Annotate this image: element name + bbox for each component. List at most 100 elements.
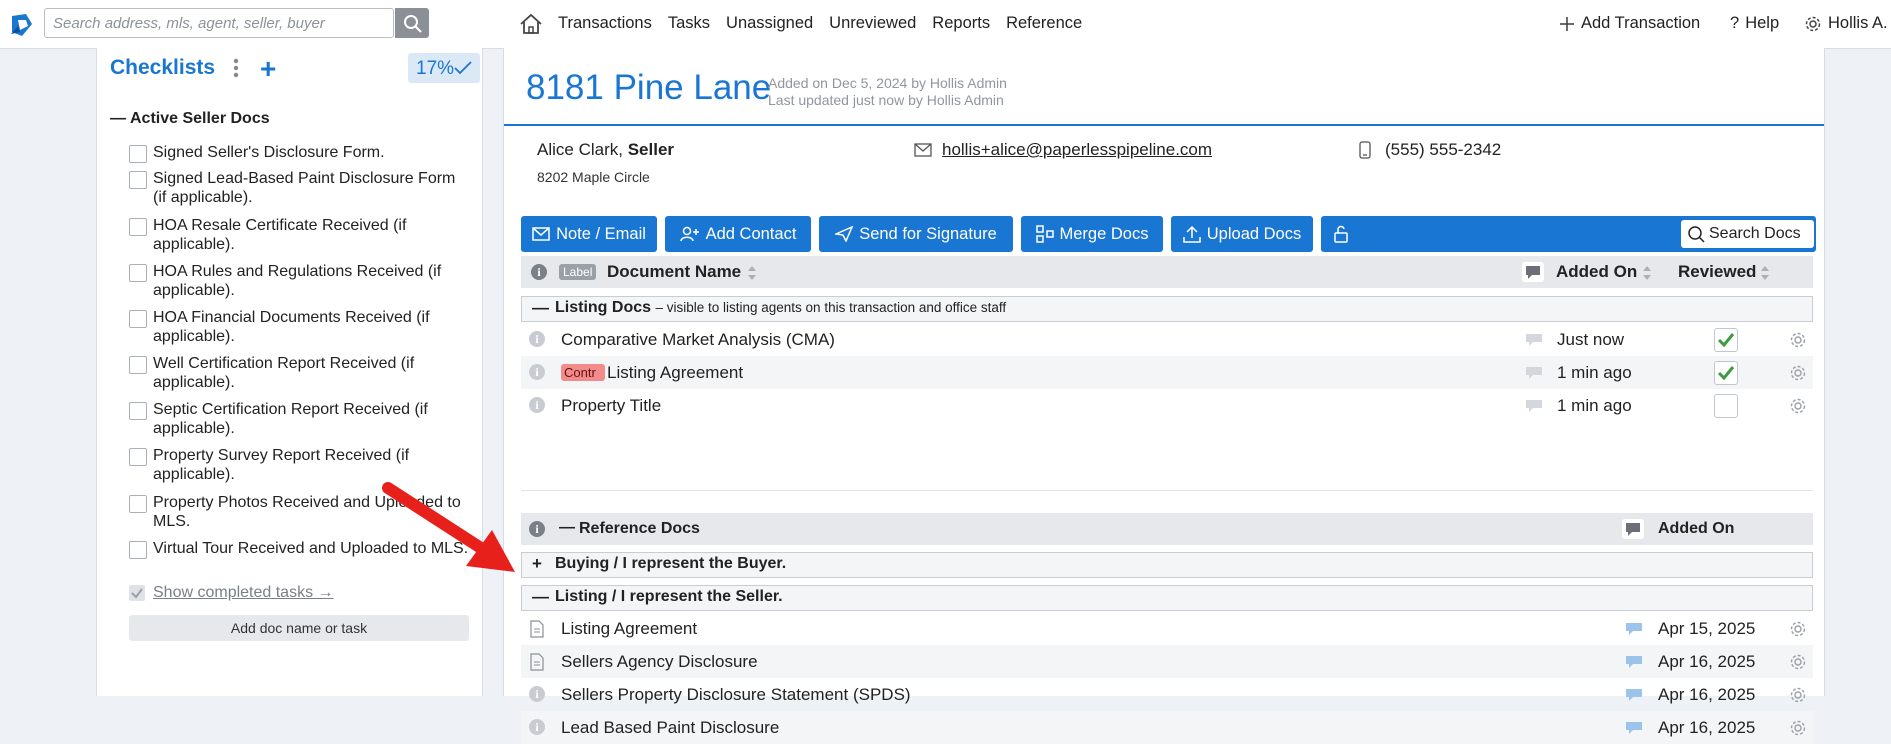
comment-icon[interactable] (1625, 655, 1643, 669)
plus-icon (1560, 16, 1574, 31)
gear-icon[interactable] (1789, 653, 1807, 671)
table-row[interactable]: i Contr Listing Agreement 1 min ago (521, 356, 1813, 389)
gear-icon[interactable] (1789, 620, 1807, 638)
table-row[interactable]: i Property Title 1 min ago (521, 389, 1813, 422)
info-icon[interactable]: i (529, 686, 545, 702)
listing-group[interactable]: — Listing / I represent the Seller. (521, 585, 1813, 611)
doc-name[interactable]: Sellers Agency Disclosure (561, 652, 758, 672)
help-button[interactable]: ? Help (1730, 14, 1779, 33)
unlock-icon (1333, 225, 1348, 243)
send-signature-button[interactable]: Send for Signature (819, 216, 1013, 252)
note-email-button[interactable]: Note / Email (521, 216, 657, 252)
reviewed-checkbox[interactable] (1714, 328, 1738, 352)
info-icon[interactable]: i (529, 364, 545, 380)
task-checkbox[interactable] (129, 145, 147, 163)
envelope-icon (914, 143, 932, 157)
nav-unreviewed[interactable]: Unreviewed (829, 14, 916, 33)
phone-number[interactable]: (555) 555-2342 (1385, 140, 1501, 160)
user-menu[interactable]: Hollis A. (1804, 14, 1888, 33)
top-bar: Transactions Tasks Unassigned Unreviewed… (0, 0, 1891, 49)
added-on-column-header[interactable]: Added On (1556, 262, 1637, 282)
task-checkbox[interactable] (129, 495, 147, 513)
doc-name[interactable]: Property Title (561, 396, 661, 416)
doc-name[interactable]: Comparative Market Analysis (CMA) (561, 330, 835, 350)
reference-added-on-header[interactable]: Added On (1658, 520, 1734, 538)
upload-docs-button[interactable]: Upload Docs (1171, 216, 1313, 252)
comment-icon[interactable] (1525, 333, 1543, 347)
sort-icon[interactable] (1642, 265, 1652, 281)
merge-docs-button[interactable]: Merge Docs (1021, 216, 1163, 252)
nav-reports[interactable]: Reports (932, 14, 990, 33)
doc-name[interactable]: Sellers Property Disclosure Statement (S… (561, 685, 911, 705)
document-icon (530, 620, 544, 638)
doc-name[interactable]: Listing Agreement (561, 619, 697, 639)
comment-icon[interactable] (1525, 366, 1543, 380)
global-search-input[interactable] (45, 9, 395, 37)
add-contact-button[interactable]: Add Contact (665, 216, 811, 252)
gear-icon[interactable] (1789, 719, 1807, 737)
doc-name[interactable]: Listing Agreement (607, 363, 743, 383)
add-doc-button[interactable]: Add doc name or task (129, 615, 469, 641)
user-name: Hollis A. (1828, 14, 1888, 32)
nav-tasks[interactable]: Tasks (668, 14, 710, 33)
comment-icon[interactable] (1625, 721, 1643, 735)
info-icon[interactable]: i (529, 397, 545, 413)
info-icon[interactable]: i (529, 521, 545, 537)
task-checkbox[interactable] (129, 264, 147, 282)
task-checkbox[interactable] (129, 356, 147, 374)
gear-icon[interactable] (1789, 364, 1807, 382)
gear-icon[interactable] (1789, 331, 1807, 349)
buying-group[interactable]: + Buying / I represent the Buyer. (521, 552, 1813, 578)
sort-icon[interactable] (1760, 265, 1770, 281)
add-transaction-button[interactable]: Add Transaction (1559, 14, 1700, 33)
info-icon[interactable]: i (531, 264, 547, 280)
transaction-panel: 8181 Pine Lane Added on Dec 5, 2024 by H… (503, 48, 1825, 744)
search-icon (404, 15, 422, 33)
add-checklist-button[interactable]: + (260, 55, 276, 83)
completion-percent: 17% (416, 58, 455, 79)
collapse-icon: — (532, 587, 549, 606)
contact-name[interactable]: Alice Clark, Seller (537, 140, 674, 160)
listing-docs-group[interactable]: — Listing Docs – visible to listing agen… (521, 296, 1813, 322)
nav-reference[interactable]: Reference (1006, 14, 1082, 33)
comment-icon[interactable] (1625, 622, 1643, 636)
info-icon[interactable]: i (529, 331, 545, 347)
show-completed-link[interactable]: Show completed tasks → (129, 584, 334, 602)
page-title: 8181 Pine Lane (526, 68, 772, 107)
global-search-field[interactable] (44, 8, 395, 38)
reviewed-column-header[interactable]: Reviewed (1678, 262, 1756, 282)
checklist-section-header[interactable]: — Active Seller Docs (110, 110, 270, 128)
checklist-section-title: Active Seller Docs (130, 110, 270, 127)
app-logo-icon[interactable] (8, 10, 38, 40)
task-checkbox[interactable] (129, 402, 147, 420)
task-checkbox[interactable] (129, 448, 147, 466)
gear-icon[interactable] (1789, 397, 1807, 415)
nav-unassigned[interactable]: Unassigned (726, 14, 813, 33)
table-row[interactable]: i Sellers Property Disclosure Statement … (521, 678, 1813, 711)
email-link[interactable]: hollis+alice@paperlesspipeline.com (942, 140, 1212, 160)
table-row[interactable]: Sellers Agency Disclosure Apr 16, 2025 (521, 645, 1813, 678)
search-button[interactable] (395, 8, 429, 38)
task-checkbox[interactable] (129, 171, 147, 189)
kebab-menu-icon[interactable] (233, 58, 239, 78)
info-icon[interactable]: i (529, 719, 545, 735)
table-row[interactable]: i Comparative Market Analysis (CMA) Just… (521, 323, 1813, 356)
task-checkbox[interactable] (129, 310, 147, 328)
table-row[interactable]: i Lead Based Paint Disclosure Apr 16, 20… (521, 711, 1813, 744)
added-date: 1 min ago (1557, 363, 1632, 382)
table-row[interactable]: Listing Agreement Apr 15, 2025 (521, 612, 1813, 645)
comment-icon[interactable] (1625, 688, 1643, 702)
doc-name[interactable]: Lead Based Paint Disclosure (561, 718, 779, 738)
home-icon[interactable] (519, 13, 543, 35)
sort-icon[interactable] (747, 265, 757, 281)
doc-name-column-header[interactable]: Document Name (607, 262, 741, 282)
nav-transactions[interactable]: Transactions (558, 14, 652, 33)
comment-icon[interactable] (1525, 399, 1543, 413)
reviewed-checkbox[interactable] (1714, 394, 1738, 418)
reference-docs-header[interactable]: i — Reference Docs Added On (521, 513, 1813, 545)
task-checkbox[interactable] (129, 541, 147, 559)
gear-icon[interactable] (1789, 686, 1807, 704)
task-checkbox[interactable] (129, 218, 147, 236)
reviewed-checkbox[interactable] (1714, 361, 1738, 385)
search-docs-button[interactable]: Search Docs (1681, 220, 1814, 248)
